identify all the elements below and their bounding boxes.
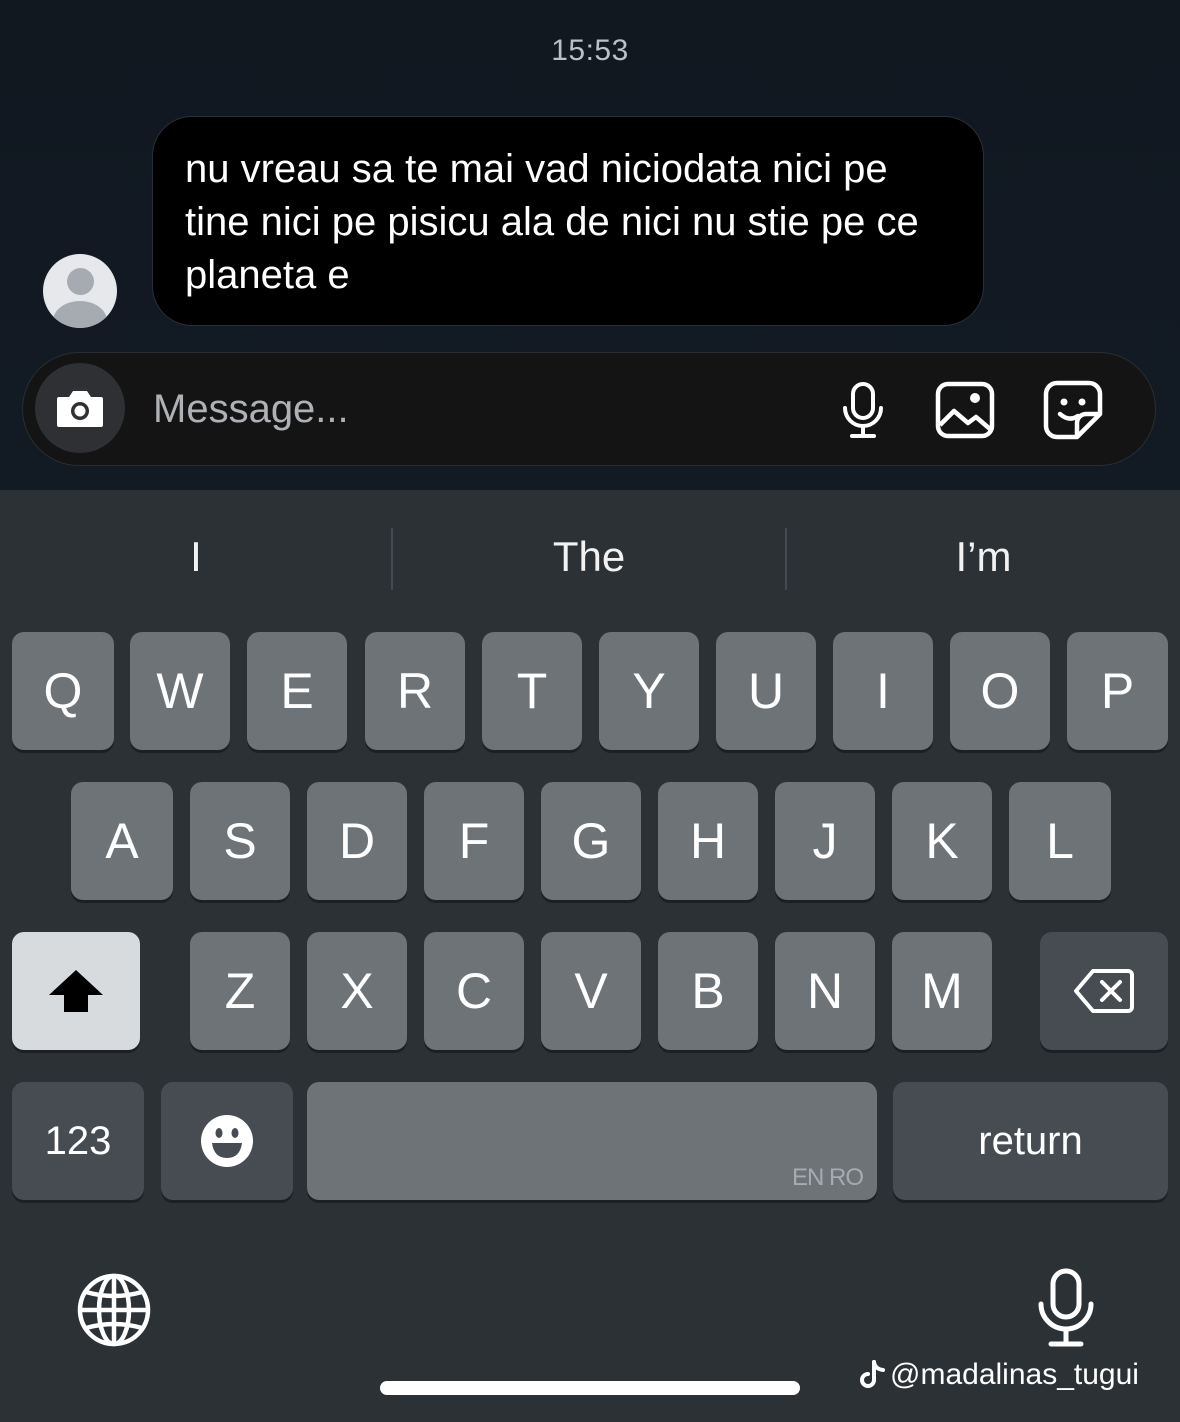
suggestion-2[interactable]: The (393, 522, 785, 592)
message-timestamp: 15:53 (551, 34, 629, 67)
sticker-icon (1043, 380, 1103, 440)
message-input[interactable] (151, 377, 795, 441)
key-t[interactable]: T (482, 632, 582, 750)
numbers-key[interactable]: 123 (12, 1082, 144, 1200)
key-q[interactable]: Q (12, 632, 114, 750)
key-u[interactable]: U (716, 632, 816, 750)
shift-arrow-icon (49, 970, 103, 1012)
key-r[interactable]: R (365, 632, 465, 750)
key-v[interactable]: V (541, 932, 641, 1050)
key-w[interactable]: W (130, 632, 230, 750)
dictation-button[interactable] (1036, 1268, 1096, 1348)
key-m[interactable]: M (892, 932, 992, 1050)
sticker-button[interactable] (1041, 379, 1105, 441)
image-icon (935, 381, 995, 439)
key-a[interactable]: A (71, 782, 173, 900)
message-composer (22, 352, 1156, 466)
key-z[interactable]: Z (190, 932, 290, 1050)
key-e[interactable]: E (247, 632, 347, 750)
emoji-key[interactable] (161, 1082, 293, 1200)
key-y[interactable]: Y (599, 632, 699, 750)
incoming-message-bubble[interactable]: nu vreau sa te mai vad niciodata nici pe… (152, 116, 984, 326)
key-f[interactable]: F (424, 782, 524, 900)
chat-area: 15:53 nu vreau sa te mai vad niciodata n… (0, 0, 1180, 490)
emoji-icon (201, 1115, 253, 1167)
gallery-button[interactable] (933, 379, 997, 441)
keyboard: I The I’m Q W E R T Y U I O P A S D F G … (0, 490, 1180, 1422)
microphone-icon (1038, 1268, 1094, 1347)
backspace-key[interactable] (1040, 932, 1168, 1050)
key-b[interactable]: B (658, 932, 758, 1050)
key-g[interactable]: G (541, 782, 641, 900)
globe-button[interactable] (76, 1272, 152, 1348)
key-l[interactable]: L (1009, 782, 1111, 900)
camera-icon (57, 391, 103, 427)
suggestion-3[interactable]: I’m (787, 522, 1180, 592)
voice-message-button[interactable] (831, 379, 895, 441)
key-d[interactable]: D (307, 782, 407, 900)
camera-button[interactable] (35, 363, 125, 453)
key-i[interactable]: I (833, 632, 933, 750)
shift-key[interactable] (12, 932, 140, 1050)
tiktok-logo-icon (860, 1360, 885, 1388)
key-o[interactable]: O (950, 632, 1050, 750)
suggestion-1[interactable]: I (0, 522, 392, 592)
key-p[interactable]: P (1067, 632, 1168, 750)
watermark-handle: @madalinas_tugui (890, 1358, 1139, 1391)
backspace-icon (1074, 969, 1134, 1013)
key-s[interactable]: S (190, 782, 290, 900)
home-indicator[interactable] (380, 1381, 800, 1395)
return-key[interactable]: return (893, 1082, 1168, 1200)
space-language-label: EN RO (791, 1164, 864, 1191)
space-bar[interactable]: EN RO (307, 1082, 877, 1200)
key-k[interactable]: K (892, 782, 992, 900)
key-n[interactable]: N (775, 932, 875, 1050)
key-h[interactable]: H (658, 782, 758, 900)
key-j[interactable]: J (775, 782, 875, 900)
globe-icon (77, 1273, 151, 1347)
key-c[interactable]: C (424, 932, 524, 1050)
tiktok-watermark: @madalinas_tugui (860, 1358, 1139, 1392)
contact-avatar[interactable] (43, 254, 117, 328)
key-x[interactable]: X (307, 932, 407, 1050)
microphone-icon (843, 382, 883, 438)
